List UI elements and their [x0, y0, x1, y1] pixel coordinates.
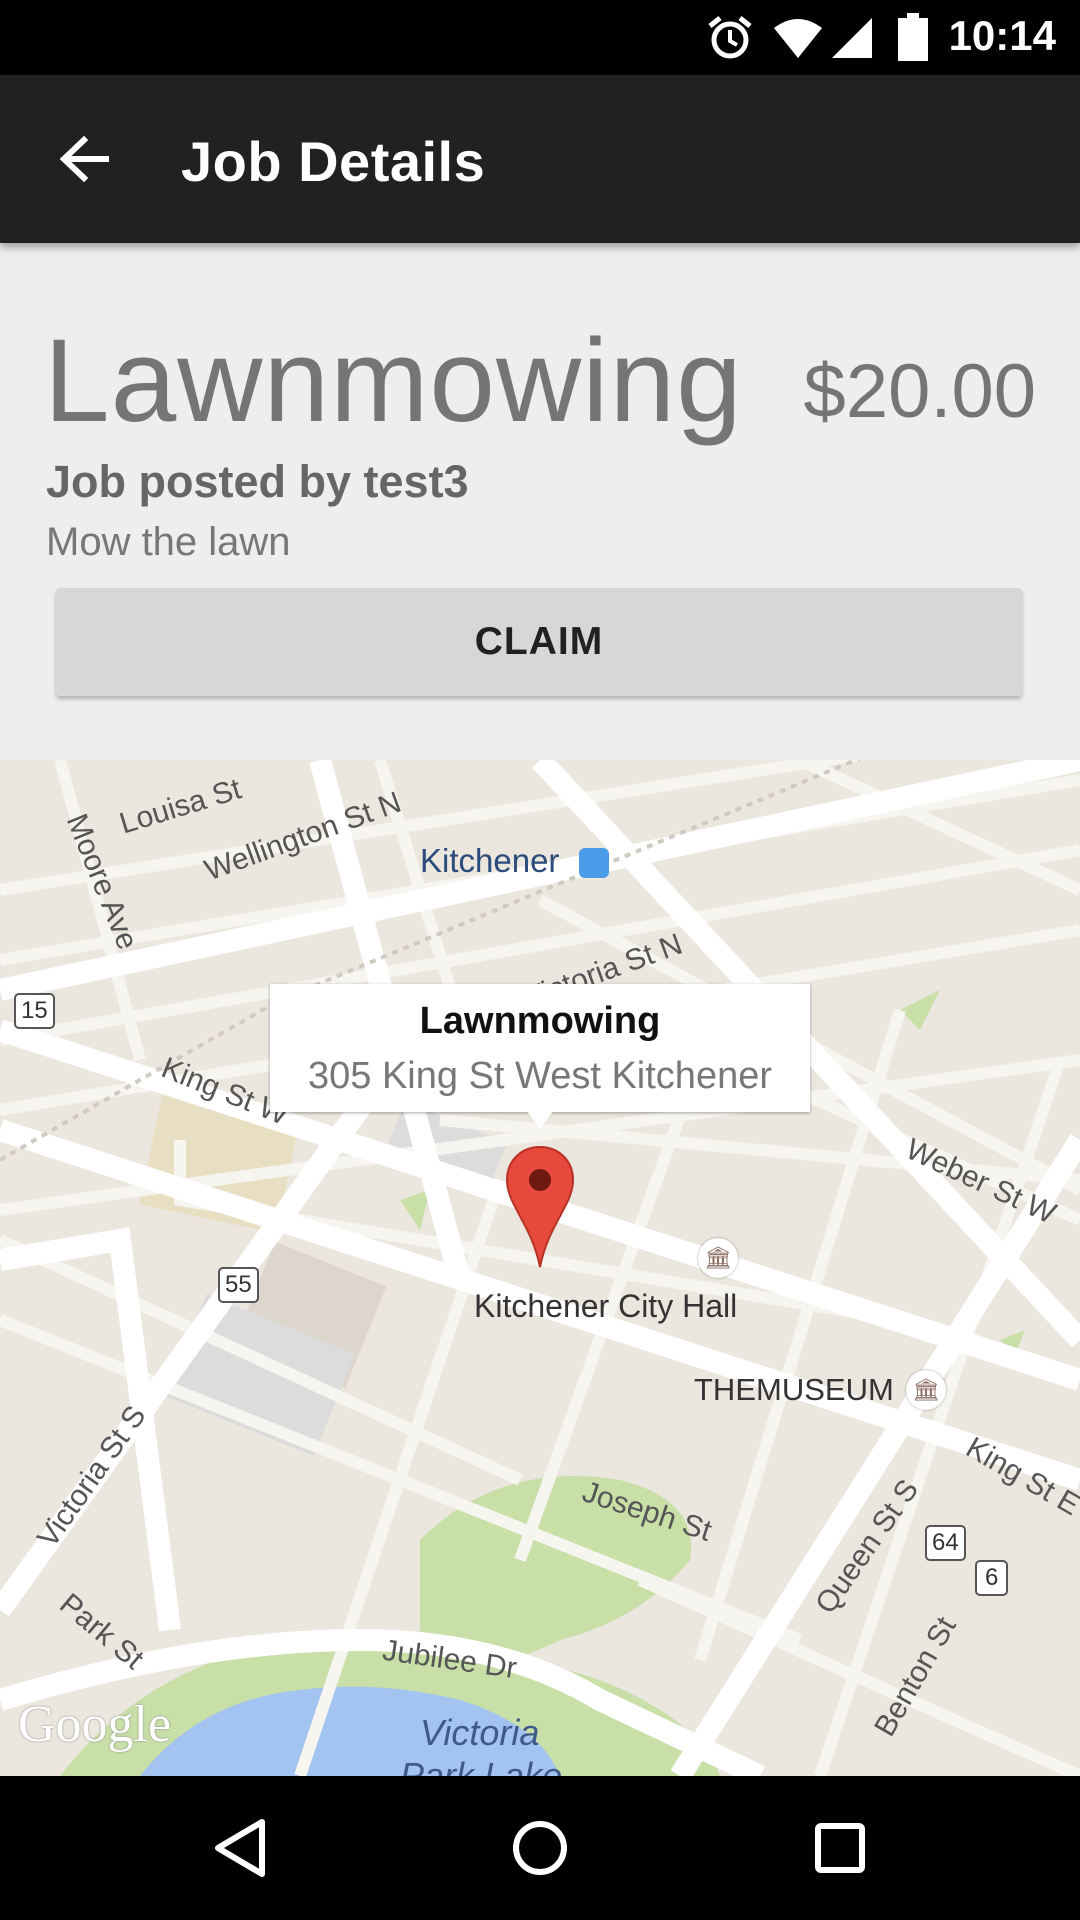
- claim-button[interactable]: CLAIM: [56, 588, 1022, 696]
- park-label: Victoria: [420, 1712, 540, 1753]
- info-window-title: Lawnmowing: [419, 1000, 661, 1042]
- station-name: Kitchener: [420, 842, 560, 879]
- landmark-icon[interactable]: 🏛: [906, 1370, 946, 1410]
- recents-square-icon: [815, 1823, 865, 1873]
- route-shield: 15: [14, 993, 55, 1029]
- info-window-pointer: [527, 1111, 553, 1129]
- alarm-icon: [708, 16, 752, 59]
- signal-icon: [832, 18, 872, 58]
- battery-icon: [898, 13, 928, 61]
- route-shield: 64: [925, 1525, 966, 1561]
- map-marker-icon[interactable]: [505, 1145, 575, 1269]
- info-window-address: 305 King St West Kitchener: [308, 1055, 772, 1097]
- back-button[interactable]: [36, 111, 132, 207]
- route-shield: 6: [975, 1560, 1009, 1596]
- job-description: Mow the lawn: [46, 520, 291, 564]
- app-bar: Job Details: [0, 75, 1080, 243]
- wifi-icon: [774, 19, 822, 58]
- station-label: Kitchener: [420, 842, 609, 880]
- map-info-window[interactable]: Lawnmowing 305 King St West Kitchener: [270, 984, 810, 1112]
- landmark-label: Kitchener City Hall: [474, 1288, 738, 1324]
- google-logo: Google: [18, 1696, 172, 1753]
- nav-recents-button[interactable]: [792, 1800, 888, 1896]
- train-icon: [578, 848, 609, 879]
- back-triangle-icon: [215, 1819, 265, 1877]
- landmark-label: THEMUSEUM: [694, 1372, 894, 1407]
- home-circle-icon: [513, 1821, 567, 1875]
- status-bar: 10:14: [0, 0, 1080, 75]
- map-view[interactable]: Louisa St Wellington St N Moore Ave Kitc…: [0, 760, 1080, 1776]
- navigation-bar: [0, 1776, 1080, 1920]
- park-label: Park Lake: [400, 1755, 563, 1776]
- arrow-back-icon: [59, 135, 109, 183]
- page-title: Job Details: [181, 130, 486, 193]
- job-poster: Job posted by test3: [46, 456, 469, 507]
- status-time: 10:14: [948, 12, 1056, 59]
- nav-back-button[interactable]: [192, 1800, 288, 1896]
- landmark-icon[interactable]: 🏛: [698, 1238, 738, 1278]
- nav-home-button[interactable]: [492, 1800, 588, 1896]
- route-shield: 55: [218, 1267, 259, 1303]
- job-price: $20.00: [803, 349, 1036, 434]
- job-title: Lawnmowing: [44, 315, 743, 447]
- job-details-panel: Lawnmowing $20.00 Job posted by test3 Mo…: [0, 243, 1080, 760]
